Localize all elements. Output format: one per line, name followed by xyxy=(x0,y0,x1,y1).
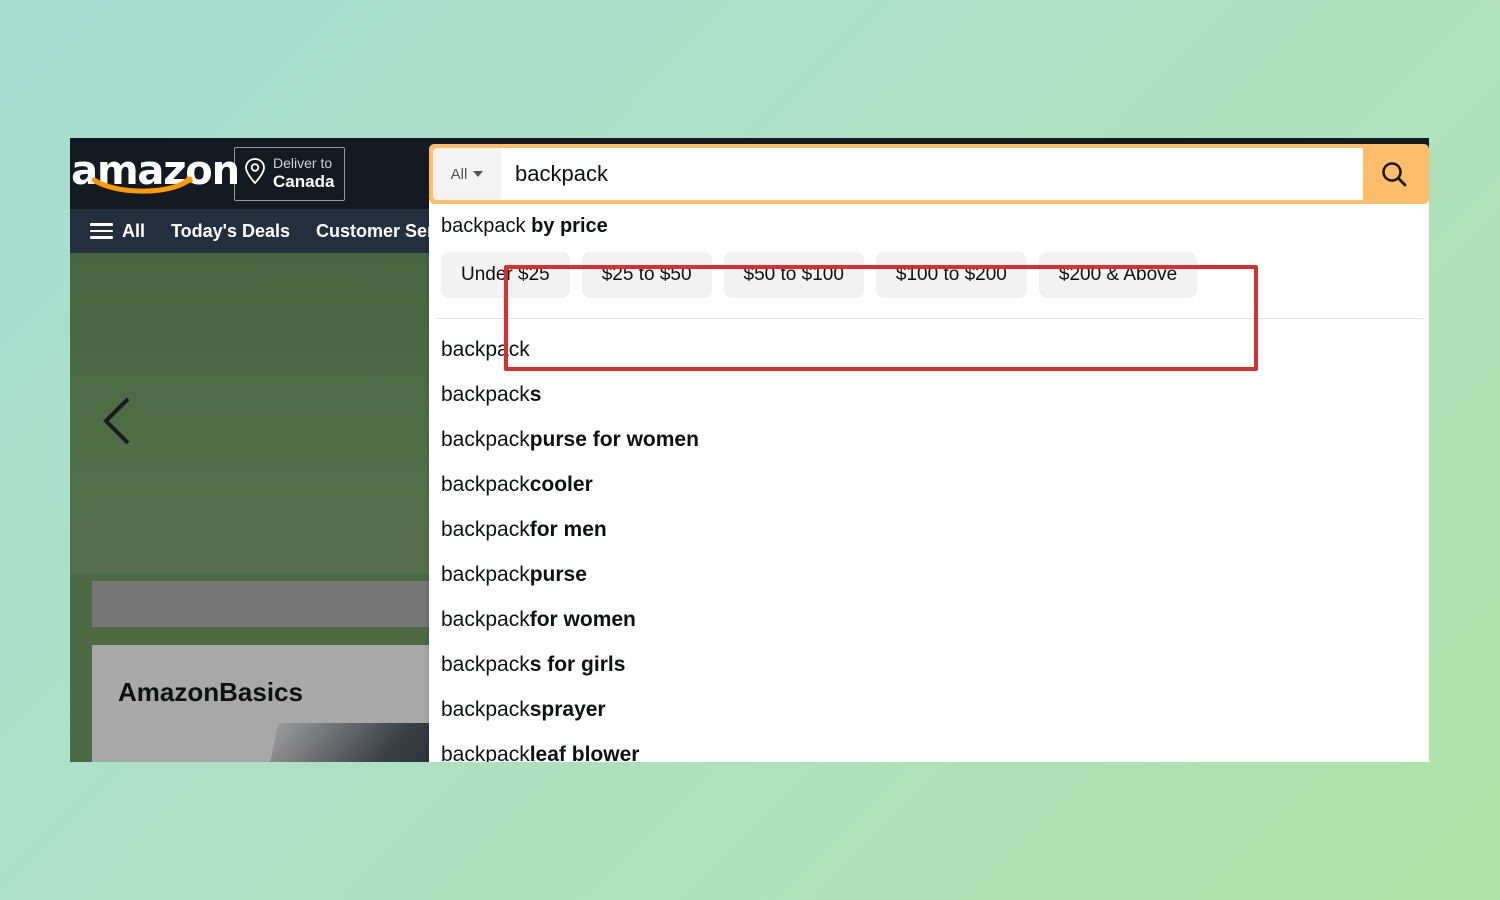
location-pin-icon xyxy=(243,157,267,190)
subnav-item-todays-deals[interactable]: Today's Deals xyxy=(171,221,290,242)
suggestion-prefix: backpack xyxy=(441,338,530,362)
price-section-heading: backpack by price xyxy=(429,214,1429,238)
suggestion-bold: leaf blower xyxy=(530,743,640,763)
amazonbasics-card-title: AmazonBasics xyxy=(118,677,303,708)
suggestion-bold: purse for women xyxy=(530,428,699,452)
suggestion-prefix: backpack xyxy=(441,428,530,452)
browser-capture-frame: Y AmazonBasics amazon xyxy=(70,138,1429,762)
suggestion-bold: for men xyxy=(530,518,607,542)
sidebar-item-all[interactable]: All xyxy=(90,221,145,242)
suggestion-prefix: backpack xyxy=(441,608,530,632)
suggestion-list: backpack backpacks backpack purse for wo… xyxy=(429,319,1429,762)
suggestion-item-backpack-sprayer[interactable]: backpack sprayer xyxy=(429,687,1429,732)
amazon-logo[interactable]: amazon xyxy=(70,138,232,209)
suggestion-item-backpacks[interactable]: backpacks xyxy=(429,372,1429,417)
search-input[interactable] xyxy=(501,148,1363,200)
search-submit-button[interactable] xyxy=(1363,148,1425,200)
suggestion-bold: sprayer xyxy=(530,698,606,722)
suggestion-prefix: backpack xyxy=(441,563,530,587)
suggestion-item-backpack-purse[interactable]: backpack purse xyxy=(429,552,1429,597)
chevron-down-icon xyxy=(473,171,483,177)
deliver-to-button[interactable]: Deliver to Canada xyxy=(234,147,345,201)
amazon-smile-icon xyxy=(90,175,198,195)
price-chip-list: Under $25 $25 to $50 $50 to $100 $100 to… xyxy=(429,238,1429,300)
suggestion-item-backpack-leaf-blower[interactable]: backpack leaf blower xyxy=(429,732,1429,762)
suggestion-item-backpack-for-women[interactable]: backpack for women xyxy=(429,597,1429,642)
suggestion-item-backpack[interactable]: backpack xyxy=(429,327,1429,372)
deliver-to-country: Canada xyxy=(273,172,334,191)
subnav-label-all: All xyxy=(122,221,145,242)
suggestion-prefix: backpack xyxy=(441,653,530,677)
suggestion-prefix: backpack xyxy=(441,743,530,763)
hamburger-menu-icon xyxy=(90,223,113,239)
suggestion-bold: s for girls xyxy=(530,653,626,677)
suggestion-item-backpack-for-men[interactable]: backpack for men xyxy=(429,507,1429,552)
search-category-label: All xyxy=(451,166,468,183)
suggestion-item-backpack-purse-for-women[interactable]: backpack purse for women xyxy=(429,417,1429,462)
search-bar: All xyxy=(429,144,1429,204)
suggestion-item-backpacks-for-girls[interactable]: backpacks for girls xyxy=(429,642,1429,687)
price-chip-200-and-above[interactable]: $200 & Above xyxy=(1039,252,1197,298)
price-chip-100-to-200[interactable]: $100 to $200 xyxy=(876,252,1027,298)
search-suggestions-dropdown: backpack by price Under $25 $25 to $50 $… xyxy=(429,200,1429,762)
suggestion-prefix: backpack xyxy=(441,383,530,407)
suggestion-prefix: backpack xyxy=(441,698,530,722)
suggestion-item-backpack-cooler[interactable]: backpack cooler xyxy=(429,462,1429,507)
price-chip-25-to-50[interactable]: $25 to $50 xyxy=(582,252,712,298)
price-filter-section: backpack by price Under $25 $25 to $50 $… xyxy=(429,200,1429,312)
search-icon xyxy=(1379,159,1409,189)
suggestion-prefix: backpack xyxy=(441,473,530,497)
price-heading-bold: by price xyxy=(531,215,608,237)
price-heading-prefix: backpack xyxy=(441,215,531,237)
price-chip-under-25[interactable]: Under $25 xyxy=(441,252,570,298)
suggestion-prefix: backpack xyxy=(441,518,530,542)
suggestion-bold: s xyxy=(530,383,542,407)
search-category-dropdown[interactable]: All xyxy=(433,148,501,200)
deliver-to-label: Deliver to xyxy=(273,156,334,172)
chevron-left-icon[interactable] xyxy=(98,393,138,449)
price-chip-50-to-100[interactable]: $50 to $100 xyxy=(724,252,864,298)
suggestion-bold: purse xyxy=(530,563,587,587)
suggestion-bold: cooler xyxy=(530,473,593,497)
subnav-label-todays-deals: Today's Deals xyxy=(171,221,290,242)
suggestion-bold: for women xyxy=(530,608,636,632)
